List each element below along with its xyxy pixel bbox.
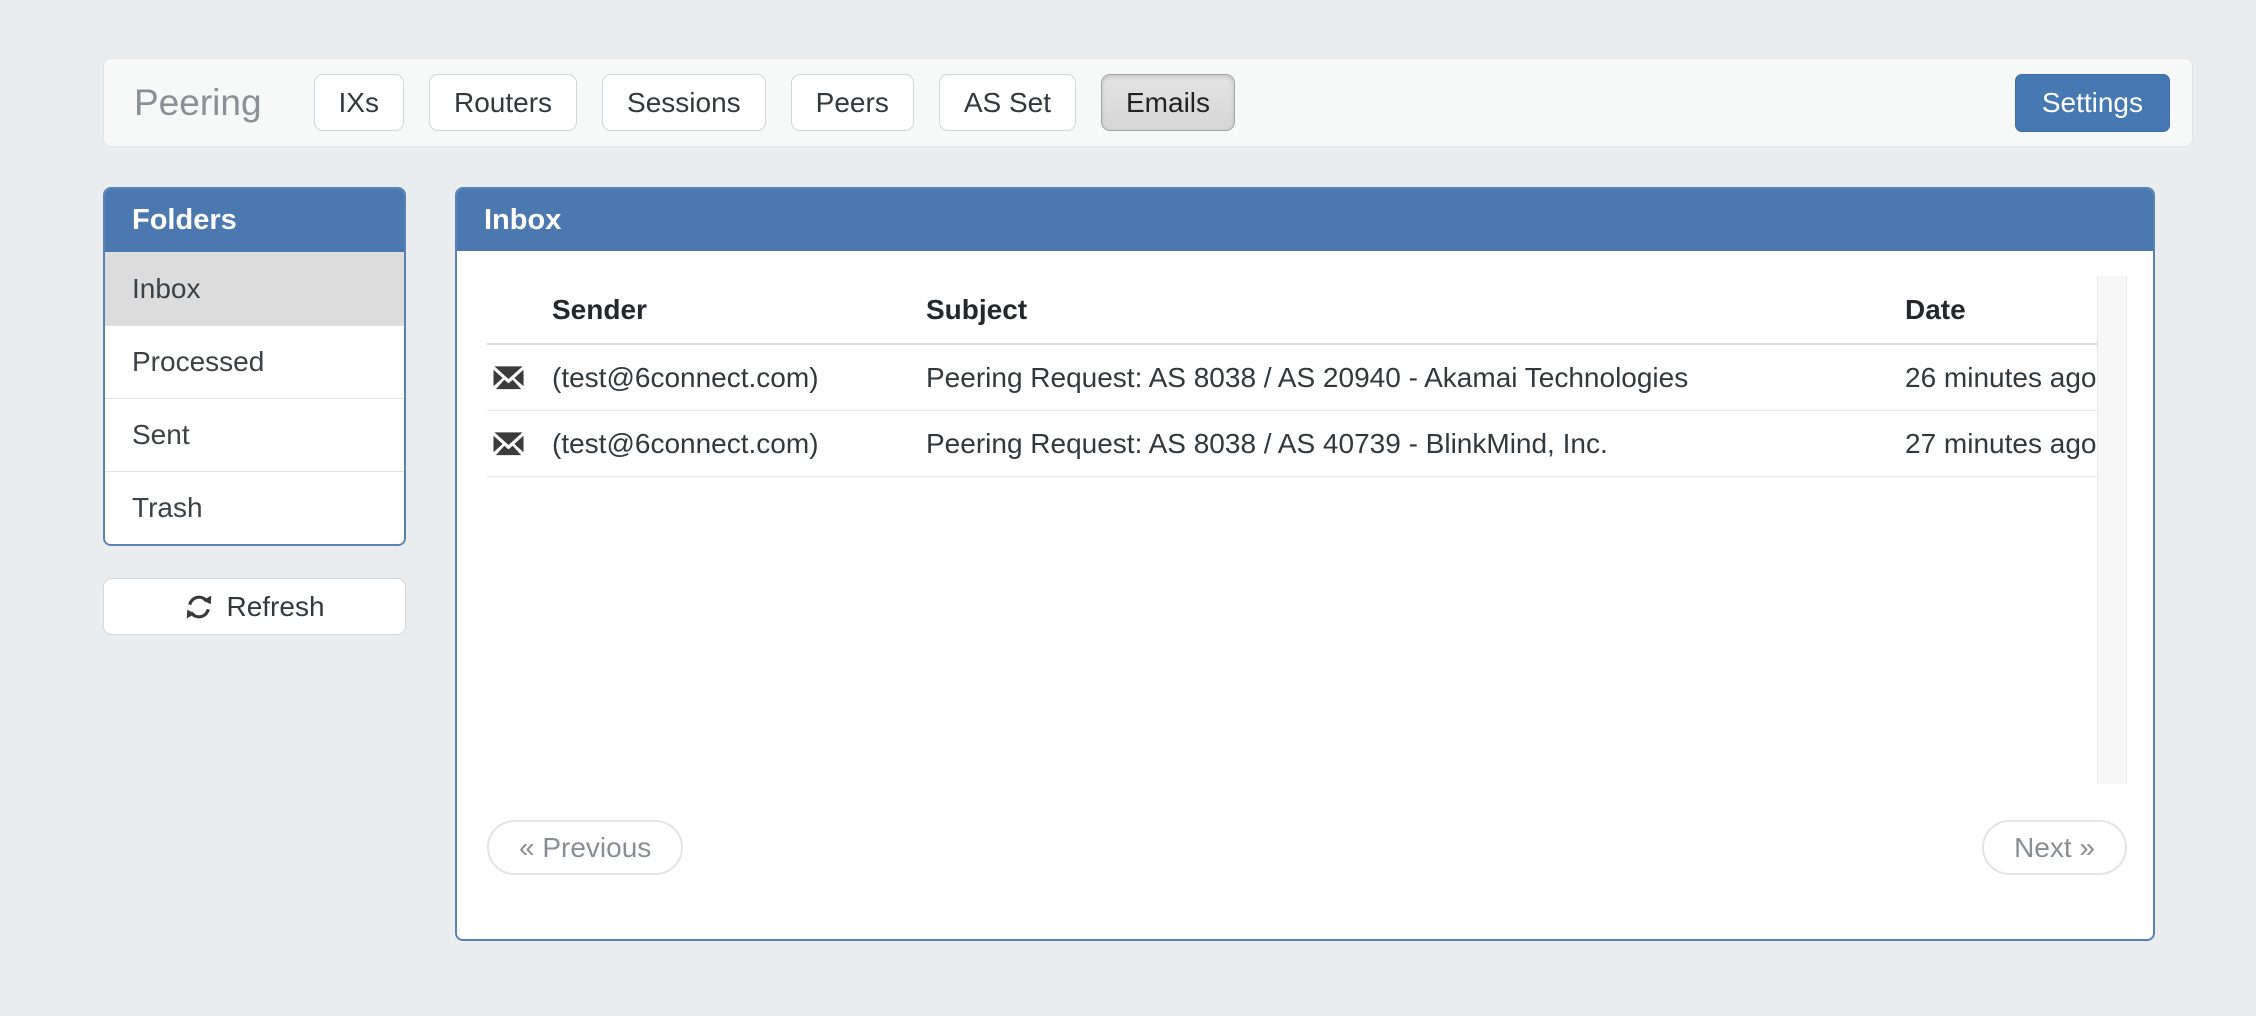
email-row[interactable]: (test@6connect.com) Peering Request: AS … — [487, 411, 2097, 477]
tab-sessions[interactable]: Sessions — [602, 74, 766, 131]
inbox-panel-body: Sender Subject Date — [457, 251, 2153, 939]
column-header-sender: Sender — [552, 294, 926, 326]
settings-button[interactable]: Settings — [2015, 74, 2170, 132]
email-sender: (test@6connect.com) — [552, 428, 926, 460]
folders-panel-title: Folders — [105, 189, 404, 252]
mail-scroll-region: Sender Subject Date — [487, 276, 2127, 784]
sidebar-item-trash[interactable]: Trash — [105, 471, 404, 544]
sidebar-item-processed[interactable]: Processed — [105, 325, 404, 398]
sidebar-item-sent[interactable]: Sent — [105, 398, 404, 471]
sidebar-item-inbox[interactable]: Inbox — [105, 252, 404, 325]
mail-table-header-row: Sender Subject Date — [487, 276, 2097, 345]
tab-routers[interactable]: Routers — [429, 74, 577, 131]
email-row[interactable]: (test@6connect.com) Peering Request: AS … — [487, 345, 2097, 411]
tab-as-set[interactable]: AS Set — [939, 74, 1076, 131]
column-header-subject: Subject — [926, 294, 1905, 326]
pagination: « Previous Next » — [487, 820, 2127, 875]
envelope-icon — [493, 431, 524, 457]
email-subject: Peering Request: AS 8038 / AS 40739 - Bl… — [926, 428, 1905, 460]
mail-table: Sender Subject Date — [487, 276, 2097, 784]
previous-page-button[interactable]: « Previous — [487, 820, 683, 875]
scrollbar-track[interactable] — [2097, 276, 2127, 784]
peering-emails-page: { "colors": { "accent_blue": "#4b79af", … — [0, 0, 2256, 1016]
folders-panel: Folders Inbox Processed Sent Trash — [103, 187, 406, 546]
email-date: 27 minutes ago — [1905, 428, 2097, 460]
email-sender: (test@6connect.com) — [552, 362, 926, 394]
envelope-icon — [493, 365, 524, 391]
panel-bottom-spacer — [487, 875, 2127, 939]
column-header-date: Date — [1905, 294, 2097, 326]
email-date: 26 minutes ago — [1905, 362, 2097, 394]
refresh-icon — [184, 592, 214, 622]
page-title: Peering — [134, 82, 262, 124]
inbox-panel-title: Inbox — [457, 189, 2153, 251]
inbox-panel: Inbox Sender Subject Date — [455, 187, 2155, 941]
refresh-button-label: Refresh — [226, 591, 324, 623]
tab-emails[interactable]: Emails — [1101, 74, 1235, 131]
peering-toolbar: Peering IXs Routers Sessions Peers AS Se… — [103, 58, 2193, 147]
tab-ixs[interactable]: IXs — [314, 74, 404, 131]
email-subject: Peering Request: AS 8038 / AS 20940 - Ak… — [926, 362, 1905, 394]
sidebar: Folders Inbox Processed Sent Trash Refre… — [103, 187, 406, 635]
refresh-button[interactable]: Refresh — [103, 578, 406, 635]
tab-bar: IXs Routers Sessions Peers AS Set Emails — [314, 74, 1235, 131]
tab-peers[interactable]: Peers — [791, 74, 914, 131]
next-page-button[interactable]: Next » — [1982, 820, 2127, 875]
